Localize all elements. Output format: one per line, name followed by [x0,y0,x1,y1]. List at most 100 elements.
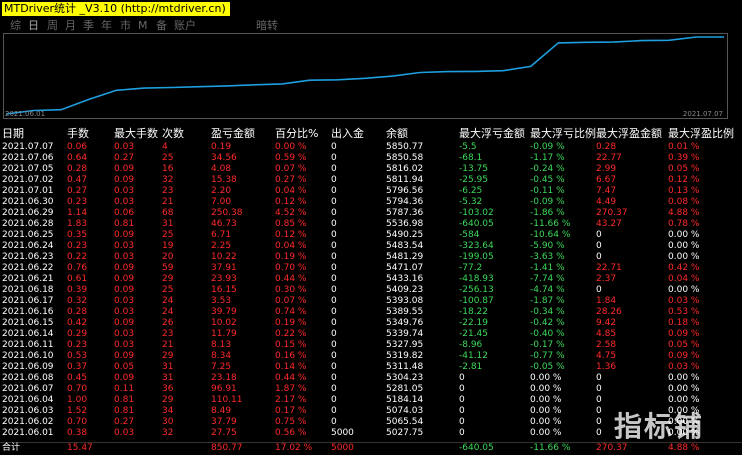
cell-pct: 0.19 % [275,318,307,328]
table-row[interactable]: 2021.06.11 0.23 0.03 21 8.13 0.15 % 0 5327.95 -8… [0,340,742,351]
table-row[interactable]: 2021.06.21 0.61 0.09 29 23.93 0.44 % 0 5433.16 -… [0,274,742,285]
cell-max-lots: 0.03 [114,197,135,207]
cell-max-float-profit: 43.27 [596,219,622,229]
table-row[interactable]: 2021.06.17 0.32 0.03 24 3.53 0.07 % 0 5393.08 -1… [0,296,742,307]
header-balance[interactable]: 余额 [386,126,408,142]
header-max-float-loss[interactable]: 最大浮亏金额 [459,126,525,142]
table-row[interactable]: 2021.06.25 0.35 0.09 25 6.71 0.12 % 0 5490.25 -5… [0,230,742,241]
header-date[interactable]: 日期 [2,126,24,142]
header-count[interactable]: 次数 [162,126,184,142]
cell-deposit: 0 [331,164,337,174]
cell-max-float-profit: 4.85 [596,329,617,339]
cell-max-float-profit: 0 [596,230,602,240]
header-deposit[interactable]: 出入金 [331,126,364,142]
cell-max-float-loss-pct: 0.00 % [530,406,562,416]
header-max-float-profit-pct[interactable]: 最大浮盈比例 [668,126,734,142]
table-row[interactable]: 2021.06.14 0.29 0.03 23 11.79 0.22 % 0 5339.74 -… [0,329,742,340]
cell-max-float-profit-pct: 0.01 % [668,142,700,152]
cell-max-float-profit-pct: 0.09 % [668,329,700,339]
cell-deposit: 0 [331,153,337,163]
tab-9[interactable]: 账户 [174,19,196,33]
header-max-float-loss-pct[interactable]: 最大浮亏比例 [530,126,596,142]
header-lots[interactable]: 手数 [67,126,89,142]
cell-lots: 1.14 [67,208,88,218]
tab-0[interactable]: 综 [10,19,21,33]
cell-max-float-loss: -100.87 [459,296,494,306]
header-max-lots[interactable]: 最大手数 [114,126,158,142]
tab-7[interactable]: M [138,19,148,33]
cell-max-float-profit: 4.49 [596,197,617,207]
table-row[interactable]: 2021.06.08 0.45 0.09 31 23.18 0.44 % 0 5304.23 0… [0,373,742,384]
cell-balance: 5065.54 [386,417,424,427]
cell-max-float-profit: 22.77 [596,153,622,163]
table-row[interactable]: 2021.06.23 0.22 0.03 20 10.22 0.19 % 0 5481.29 -… [0,252,742,263]
table-row[interactable]: 2021.06.10 0.53 0.09 29 8.34 0.16 % 0 5319.82 -4… [0,351,742,362]
table-row[interactable]: 2021.06.07 0.70 0.11 36 96.91 1.87 % 0 5281.05 0… [0,384,742,395]
cell-pnl: 250.38 [211,208,243,218]
total-lots: 15.47 [67,443,93,453]
balance-chart: 2021.06.01 2021.07.07 [3,33,728,119]
cell-max-float-profit: 1.36 [596,362,617,372]
table-row[interactable]: 2021.06.22 0.76 0.09 59 37.91 0.70 % 0 5471.07 -… [0,263,742,274]
cell-lots: 0.53 [67,351,88,361]
tab-1[interactable]: 日 [28,19,39,33]
cell-date: 2021.06.22 [2,263,54,273]
cell-date: 2021.06.14 [2,329,54,339]
cell-lots: 1.52 [67,406,88,416]
cell-max-float-loss-pct: -0.17 % [530,340,565,350]
table-row[interactable]: 2021.07.07 0.06 0.03 4 0.19 0.00 % 0 5850.77 -5.… [0,142,742,153]
header-max-float-profit[interactable]: 最大浮盈金额 [596,126,662,142]
table-row[interactable]: 2021.07.06 0.64 0.27 25 34.56 0.59 % 0 5850.58 -… [0,153,742,164]
cell-max-float-loss: -323.64 [459,241,494,251]
tab-4[interactable]: 季 [83,19,94,33]
cell-count: 59 [162,263,174,273]
cell-balance: 5787.36 [386,208,424,218]
table-row[interactable]: 2021.06.09 0.37 0.05 31 7.25 0.14 % 0 5311.48 -2… [0,362,742,373]
cell-pct: 0.74 % [275,307,307,317]
cell-max-float-loss-pct: 0.00 % [530,428,562,438]
table-row[interactable]: 2021.06.24 0.23 0.03 19 2.25 0.04 % 0 5483.54 -3… [0,241,742,252]
tab-5[interactable]: 年 [101,19,112,33]
tab-6[interactable]: 市 [120,19,131,33]
cell-balance: 5319.82 [386,351,424,361]
header-pnl[interactable]: 盈亏金额 [211,126,255,142]
cell-pct: 0.59 % [275,153,307,163]
cell-count: 29 [162,274,174,284]
total-date: 合计 [2,443,21,453]
tab-8[interactable]: 备 [156,19,167,33]
tab-10[interactable]: 暗转 [256,19,278,33]
table-row[interactable]: 2021.06.16 0.28 0.03 24 39.79 0.74 % 0 5389.55 -… [0,307,742,318]
cell-pct: 2.17 % [275,395,307,405]
cell-pnl: 37.79 [211,417,237,427]
table-row[interactable]: 2021.06.15 0.42 0.09 26 10.02 0.19 % 0 5349.76 -… [0,318,742,329]
table-row[interactable]: 2021.06.18 0.39 0.09 25 16.15 0.30 % 0 5409.23 -… [0,285,742,296]
cell-max-lots: 0.11 [114,384,135,394]
cell-date: 2021.06.11 [2,340,54,350]
tab-3[interactable]: 月 [65,19,76,33]
cell-count: 32 [162,428,174,438]
cell-max-float-loss: 0 [459,373,465,383]
cell-max-float-profit: 0 [596,373,602,383]
table-row[interactable]: 2021.07.01 0.27 0.03 23 2.20 0.04 % 0 5796.56 -6… [0,186,742,197]
cell-date: 2021.06.29 [2,208,54,218]
table-row[interactable]: 2021.07.02 0.47 0.09 32 15.38 0.27 % 0 5811.94 -… [0,175,742,186]
cell-max-float-loss: -13.75 [459,164,489,174]
cell-count: 19 [162,241,174,251]
cell-count: 25 [162,285,174,295]
cell-max-lots: 0.03 [114,241,135,251]
table-row[interactable]: 2021.06.30 0.23 0.03 21 7.00 0.12 % 0 5794.36 -5… [0,197,742,208]
window-title: MTDriver统计 _V3.10 (http://mtdriver.cn) [2,2,230,16]
cell-deposit: 0 [331,197,337,207]
cell-lots: 0.70 [67,417,88,427]
cell-max-lots: 0.81 [114,219,135,229]
table-row[interactable]: 2021.06.29 1.14 0.06 68 250.38 4.52 % 0 5787.36… [0,208,742,219]
header-pct[interactable]: 百分比% [275,126,318,142]
table-row[interactable]: 2021.07.05 0.28 0.09 16 4.08 0.07 % 0 5816.02 -1… [0,164,742,175]
table-row[interactable]: 2021.06.28 1.83 0.81 31 46.73 0.85 % 0 5536.98 -… [0,219,742,230]
cell-max-float-profit-pct: 0.13 % [668,186,700,196]
cell-deposit: 0 [331,329,337,339]
cell-pct: 0.07 % [275,296,307,306]
cell-pct: 0.44 % [275,373,307,383]
tab-2[interactable]: 周 [47,19,58,33]
cell-max-float-profit: 0.28 [596,142,617,152]
